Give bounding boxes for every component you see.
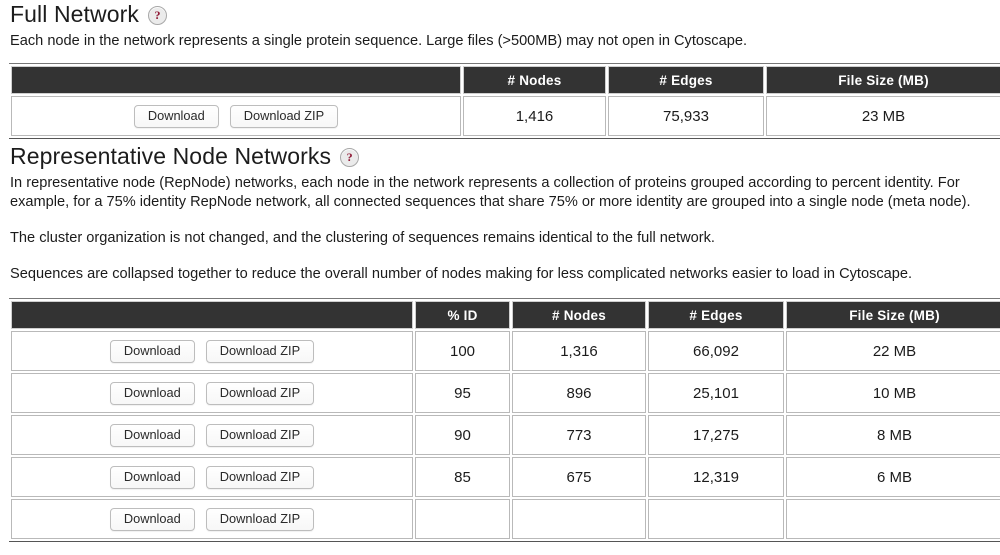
cell-file-size bbox=[786, 499, 1000, 539]
full-network-description: Each node in the network represents a si… bbox=[10, 33, 748, 49]
cell-nodes: 1,316 bbox=[512, 331, 646, 371]
download-zip-button[interactable]: Download ZIP bbox=[205, 507, 315, 531]
cell-nodes bbox=[512, 499, 646, 539]
download-zip-button[interactable]: Download ZIP bbox=[205, 339, 315, 363]
cell-percent-id bbox=[415, 499, 510, 539]
table-row: Download Download ZIP bbox=[11, 499, 1000, 539]
repnode-table: % ID # Nodes # Edges File Size (MB) Down… bbox=[9, 298, 1000, 542]
repnode-table-wrap: % ID # Nodes # Edges File Size (MB) Down… bbox=[8, 298, 1000, 542]
repnode-paragraph-2: The cluster organization is not changed,… bbox=[10, 230, 715, 246]
cell-actions: Download Download ZIP bbox=[11, 373, 413, 413]
full-network-heading: Full Network ? bbox=[8, 0, 994, 28]
download-zip-button[interactable]: Download ZIP bbox=[205, 465, 315, 489]
table-row: Download Download ZIP 100 1,316 66,092 2… bbox=[11, 331, 1000, 371]
cell-actions: Download Download ZIP bbox=[11, 96, 461, 136]
cell-file-size: 8 MB bbox=[786, 415, 1000, 455]
repnode-paragraph-1: In representative node (RepNode) network… bbox=[10, 175, 971, 210]
column-header-actions bbox=[11, 66, 461, 94]
cell-actions: Download Download ZIP bbox=[11, 415, 413, 455]
cell-actions: Download Download ZIP bbox=[11, 499, 413, 539]
table-row: Download Download ZIP 90 773 17,275 8 MB bbox=[11, 415, 1000, 455]
download-button-group: Download Download ZIP bbox=[12, 465, 412, 489]
help-question-icon[interactable]: ? bbox=[148, 5, 168, 25]
table-row: Download Download ZIP 85 675 12,319 6 MB bbox=[11, 457, 1000, 497]
cell-file-size: 22 MB bbox=[786, 331, 1000, 371]
cell-edges: 66,092 bbox=[648, 331, 784, 371]
download-button[interactable]: Download bbox=[109, 507, 195, 531]
download-button-group: Download Download ZIP bbox=[12, 381, 412, 405]
download-button[interactable]: Download bbox=[109, 381, 195, 405]
help-question-icon[interactable]: ? bbox=[340, 147, 360, 167]
download-zip-button[interactable]: Download ZIP bbox=[229, 104, 339, 128]
cell-file-size: 6 MB bbox=[786, 457, 1000, 497]
table-header-row: # Nodes # Edges File Size (MB) bbox=[11, 66, 1000, 94]
cell-percent-id: 100 bbox=[415, 331, 510, 371]
column-header-actions bbox=[11, 301, 413, 329]
table-row: Download Download ZIP 1,416 75,933 23 MB bbox=[11, 96, 1000, 136]
download-button-group: Download Download ZIP bbox=[12, 339, 412, 363]
column-header-file-size: File Size (MB) bbox=[766, 66, 1000, 94]
cell-edges: 25,101 bbox=[648, 373, 784, 413]
cell-nodes: 1,416 bbox=[463, 96, 606, 136]
cell-file-size: 23 MB bbox=[766, 96, 1000, 136]
cell-actions: Download Download ZIP bbox=[11, 457, 413, 497]
repnode-paragraph-3: Sequences are collapsed together to redu… bbox=[10, 266, 913, 282]
repnode-table-body: Download Download ZIP 100 1,316 66,092 2… bbox=[11, 331, 1000, 539]
full-network-title: Full Network bbox=[10, 1, 140, 27]
download-button-group: Download Download ZIP bbox=[12, 507, 412, 531]
cell-file-size: 10 MB bbox=[786, 373, 1000, 413]
column-header-nodes: # Nodes bbox=[512, 301, 646, 329]
column-header-edges: # Edges bbox=[608, 66, 764, 94]
download-button-group: Download Download ZIP bbox=[12, 423, 412, 447]
download-button[interactable]: Download bbox=[109, 339, 195, 363]
cell-percent-id: 90 bbox=[415, 415, 510, 455]
column-header-nodes: # Nodes bbox=[463, 66, 606, 94]
cell-edges bbox=[648, 499, 784, 539]
download-button[interactable]: Download bbox=[109, 423, 195, 447]
download-page: Full Network ? Each node in the network … bbox=[0, 0, 1000, 542]
table-header-row: % ID # Nodes # Edges File Size (MB) bbox=[11, 301, 1000, 329]
cell-edges: 12,319 bbox=[648, 457, 784, 497]
cell-nodes: 773 bbox=[512, 415, 646, 455]
cell-edges: 75,933 bbox=[608, 96, 764, 136]
download-button[interactable]: Download bbox=[109, 465, 195, 489]
cell-actions: Download Download ZIP bbox=[11, 331, 413, 371]
download-button-group: Download Download ZIP bbox=[12, 104, 460, 128]
table-row: Download Download ZIP 95 896 25,101 10 M… bbox=[11, 373, 1000, 413]
cell-edges: 17,275 bbox=[648, 415, 784, 455]
repnode-title: Representative Node Networks bbox=[10, 143, 332, 169]
full-network-table: # Nodes # Edges File Size (MB) Download … bbox=[9, 63, 1000, 139]
cell-nodes: 896 bbox=[512, 373, 646, 413]
column-header-file-size: File Size (MB) bbox=[786, 301, 1000, 329]
column-header-percent-id: % ID bbox=[415, 301, 510, 329]
column-header-edges: # Edges bbox=[648, 301, 784, 329]
full-network-table-wrap: # Nodes # Edges File Size (MB) Download … bbox=[8, 63, 1000, 139]
cell-percent-id: 85 bbox=[415, 457, 510, 497]
download-zip-button[interactable]: Download ZIP bbox=[205, 423, 315, 447]
cell-percent-id: 95 bbox=[415, 373, 510, 413]
cell-nodes: 675 bbox=[512, 457, 646, 497]
download-button[interactable]: Download bbox=[133, 104, 219, 128]
download-zip-button[interactable]: Download ZIP bbox=[205, 381, 315, 405]
repnode-heading: Representative Node Networks ? bbox=[8, 139, 994, 170]
